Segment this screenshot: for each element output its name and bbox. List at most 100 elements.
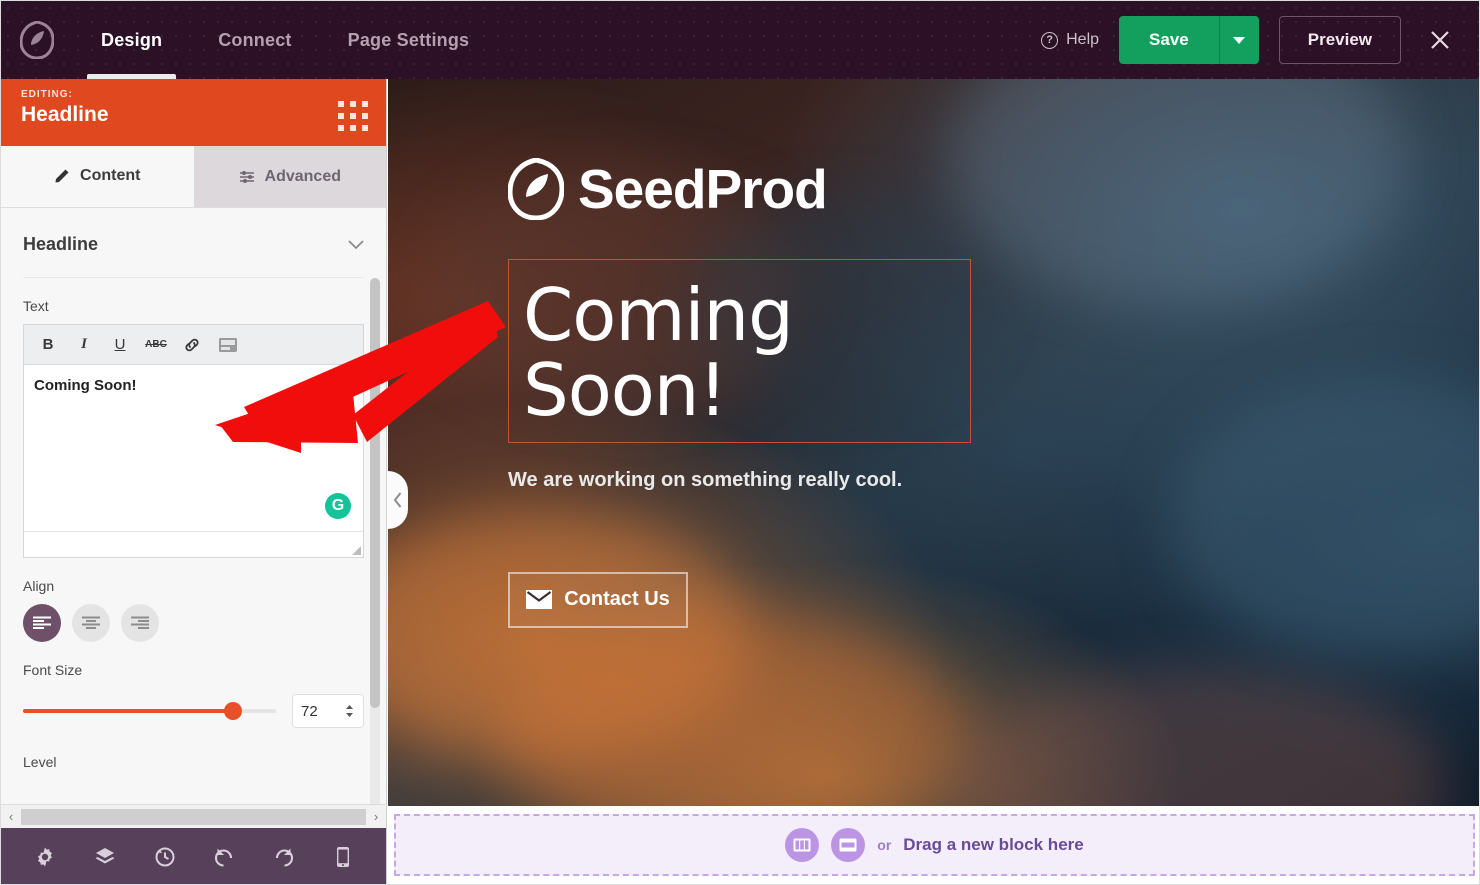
text-editor-value: Coming Soon! — [34, 377, 137, 394]
align-label: Align — [23, 578, 55, 594]
dropzone-container: or Drag a new block here — [388, 806, 1479, 884]
close-button[interactable] — [1421, 21, 1459, 59]
mobile-preview-icon[interactable] — [332, 845, 354, 869]
text-field-label: Text — [23, 298, 49, 314]
tab-connect[interactable]: Connect — [190, 1, 319, 79]
panel-tab-advanced[interactable]: Advanced — [193, 146, 386, 207]
link-button[interactable] — [176, 331, 208, 359]
headline-block-selected[interactable]: Coming Soon! — [508, 259, 971, 443]
link-icon — [185, 338, 199, 351]
help-label: Help — [1066, 31, 1100, 48]
seedprod-leaf-logo — [508, 158, 564, 220]
help-button[interactable]: ? Help — [1041, 31, 1099, 49]
font-size-slider-fill — [23, 709, 233, 713]
sidebar-horizontal-scrollbar[interactable]: ‹ › — [1, 804, 386, 828]
subheadline-text[interactable]: We are working on something really cool. — [508, 469, 1479, 492]
rich-text-toolbar: B I U ABC — [24, 325, 363, 365]
text-editor-footer — [24, 531, 363, 557]
tab-page-settings[interactable]: Page Settings — [320, 1, 498, 79]
underline-button[interactable]: U — [104, 331, 136, 359]
save-dropdown-button[interactable] — [1218, 16, 1259, 64]
save-label: Save — [1149, 30, 1189, 49]
new-block-dropzone[interactable]: or Drag a new block here — [394, 814, 1475, 876]
sidebar-vertical-scrollbar-thumb[interactable] — [370, 278, 380, 708]
settings-gear-icon[interactable] — [33, 845, 57, 869]
font-size-control: 72 — [23, 694, 364, 728]
tab-design-label: Design — [101, 29, 163, 50]
seedprod-leaf-logo[interactable] — [1, 1, 73, 79]
cloud-decor — [508, 619, 968, 806]
question-circle-icon: ? — [1041, 31, 1059, 49]
font-size-slider[interactable] — [23, 702, 276, 720]
align-left-icon — [33, 616, 51, 629]
preview-button[interactable]: Preview — [1278, 16, 1401, 64]
font-size-value: 72 — [301, 702, 318, 720]
revision-history-icon[interactable] — [153, 845, 177, 869]
align-center-icon — [82, 616, 100, 629]
media-icon — [219, 337, 237, 352]
panel-tab-content[interactable]: Content — [1, 146, 194, 207]
stepper-icon — [346, 705, 353, 717]
dropzone-text: Drag a new block here — [903, 835, 1084, 854]
font-size-slider-knob[interactable] — [223, 702, 242, 720]
scroll-left-arrow[interactable]: ‹ — [3, 809, 19, 824]
editing-panel-titles: EDITING: Headline — [21, 89, 109, 127]
layers-icon[interactable] — [93, 845, 117, 869]
scroll-right-arrow[interactable]: › — [368, 809, 384, 824]
panel-tab-advanced-label: Advanced — [264, 167, 341, 185]
preview-label: Preview — [1307, 30, 1372, 49]
landing-page-content: SeedProd Coming Soon! We are working on … — [388, 79, 1479, 628]
font-size-stepper[interactable] — [344, 704, 355, 718]
pencil-icon — [55, 169, 69, 182]
envelope-icon — [526, 590, 553, 610]
page-logo-text: SeedProd — [578, 158, 828, 220]
align-right-icon — [131, 616, 149, 629]
page-logo-block[interactable]: SeedProd — [508, 157, 1479, 221]
main-nav-tabs: Design Connect Page Settings — [73, 1, 497, 79]
text-editor-body[interactable]: Coming Soon! G — [24, 365, 363, 531]
italic-button[interactable]: I — [68, 331, 100, 359]
font-size-label: Font Size — [23, 662, 83, 678]
panel-tab-content-label: Content — [80, 166, 141, 184]
insert-media-button[interactable] — [212, 331, 244, 359]
save-button[interactable]: Save — [1119, 16, 1219, 64]
font-size-input[interactable]: 72 — [292, 694, 364, 728]
headline-section-title: Headline — [23, 234, 99, 254]
rich-text-editor: B I U ABC Coming Soon! G — [23, 324, 364, 558]
columns-layout-icon[interactable] — [785, 828, 820, 862]
contact-us-label: Contact Us — [564, 588, 670, 611]
contact-us-button[interactable]: Contact Us — [508, 571, 688, 628]
tab-design[interactable]: Design — [73, 1, 190, 79]
redo-icon[interactable] — [272, 845, 296, 869]
tab-connect-label: Connect — [218, 29, 292, 50]
bold-button[interactable]: B — [32, 331, 64, 359]
chevron-down-icon — [348, 239, 364, 249]
sidebar-horizontal-scrollbar-thumb[interactable] — [21, 808, 366, 825]
headline-line-2: Soon! — [523, 347, 727, 432]
grid-dots-drag-icon[interactable] — [338, 101, 368, 131]
dropzone-or-label: or — [877, 837, 892, 853]
editing-panel-header: EDITING: Headline — [1, 79, 386, 146]
grammarly-icon[interactable]: G — [325, 493, 351, 519]
top-toolbar: Design Connect Page Settings ? Help Save — [1, 1, 1479, 79]
seedprod-leaf-logo-svg — [20, 21, 54, 59]
sidebar-footer-toolbar — [1, 828, 386, 884]
single-row-layout-icon[interactable] — [831, 828, 866, 862]
sidebar-vertical-scrollbar[interactable] — [370, 278, 380, 804]
settings-sidebar: EDITING: Headline Content Advanced Headl… — [1, 79, 387, 884]
close-icon — [1431, 31, 1449, 49]
strikethrough-button[interactable]: ABC — [140, 331, 172, 359]
tab-page-settings-label: Page Settings — [347, 29, 470, 50]
headline-section-header[interactable]: Headline — [23, 208, 364, 278]
save-button-group: Save — [1119, 16, 1259, 64]
align-right-button[interactable] — [121, 604, 159, 642]
align-left-button[interactable] — [23, 604, 61, 642]
resize-grip-icon[interactable] — [352, 546, 361, 555]
editing-eyebrow: EDITING: — [21, 89, 73, 100]
seedprod-page-builder: Design Connect Page Settings ? Help Save — [0, 0, 1480, 885]
undo-icon[interactable] — [212, 845, 236, 869]
panel-tabs: Content Advanced — [1, 146, 386, 208]
cloud-decor — [948, 669, 1448, 806]
page-preview-canvas[interactable]: SeedProd Coming Soon! We are working on … — [388, 79, 1479, 806]
align-center-button[interactable] — [72, 604, 110, 642]
